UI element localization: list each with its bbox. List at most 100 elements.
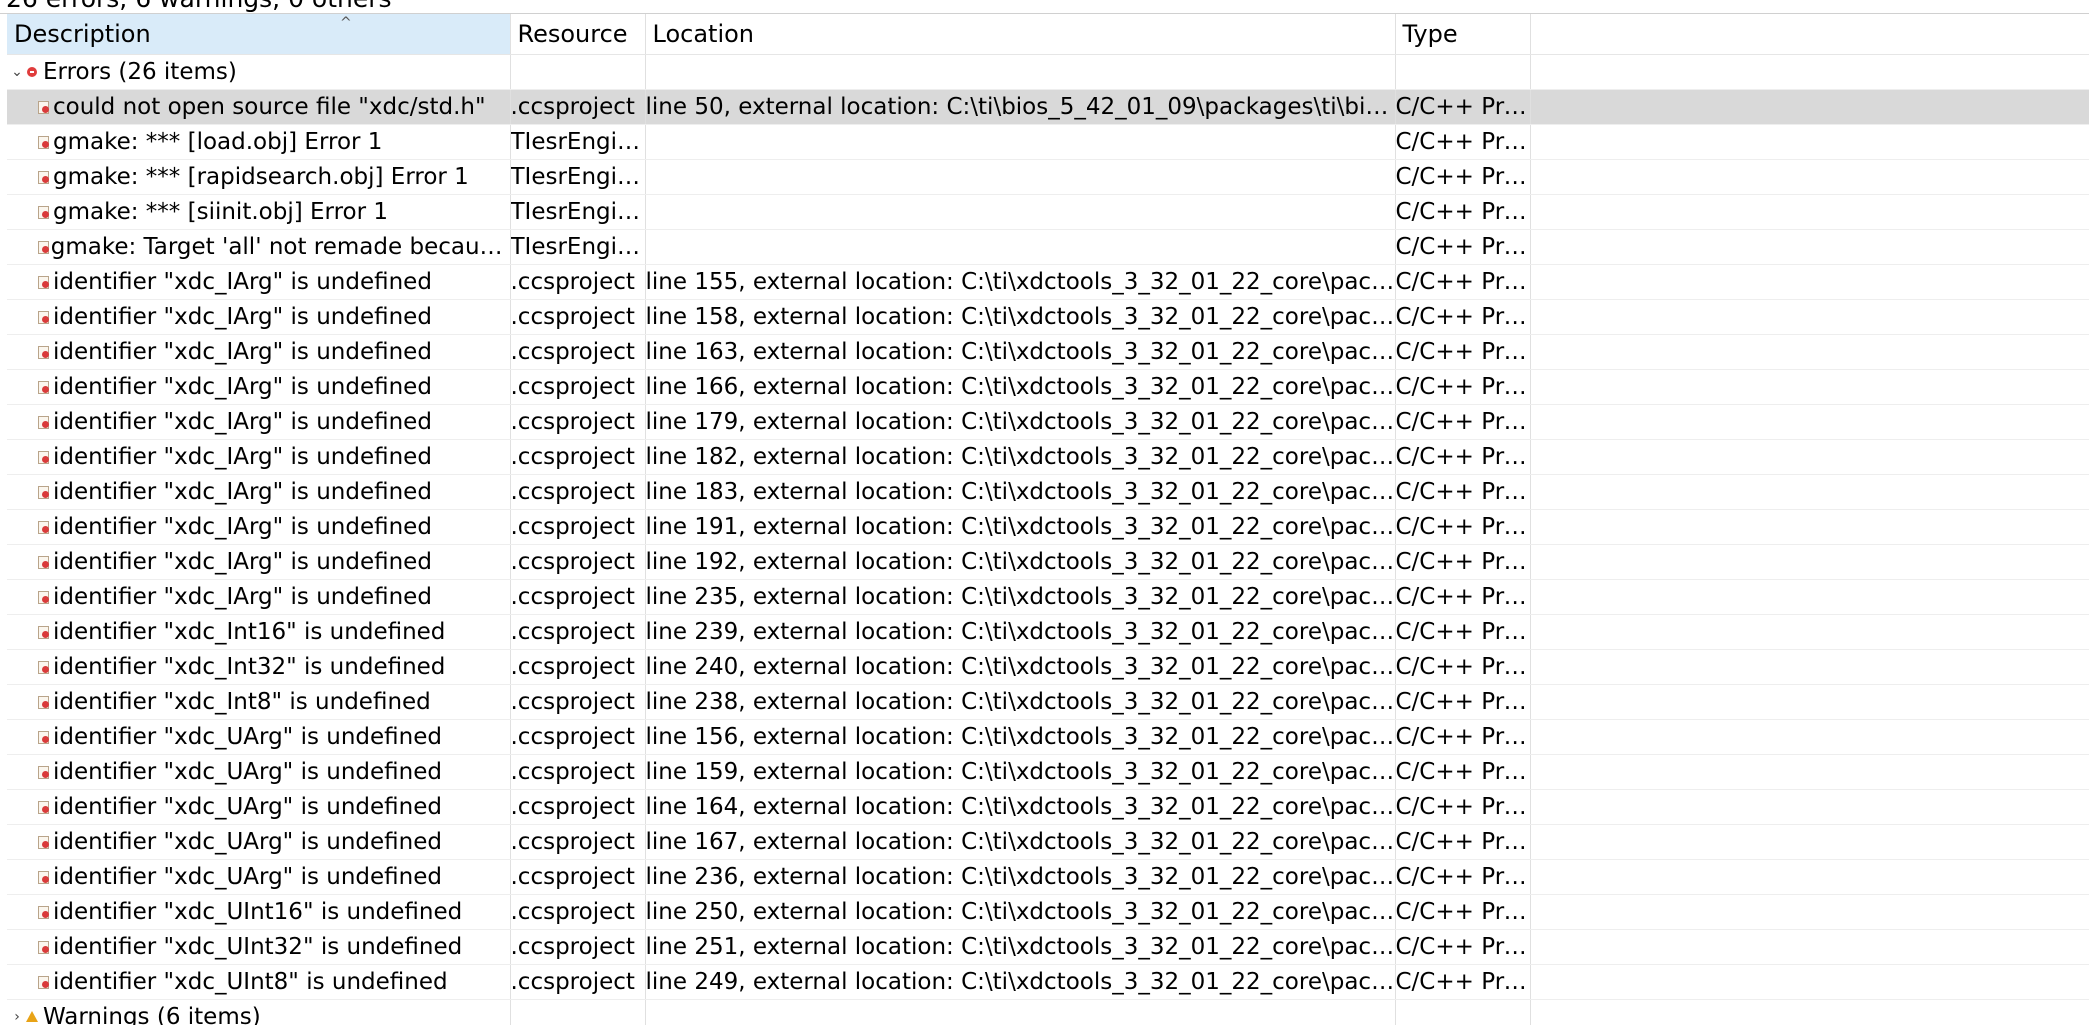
problem-location: line 250, external location: C:\ti\xdcto… <box>645 894 1396 930</box>
problem-row[interactable]: identifier "xdc_IArg" is undefined .ccspr… <box>7 509 2089 545</box>
chevron-down-icon[interactable]: ⌄ <box>10 55 24 89</box>
problem-row[interactable]: identifier "xdc_UArg" is undefined .ccspr… <box>7 824 2089 860</box>
problem-row[interactable]: identifier "xdc_IArg" is undefined .ccspr… <box>7 299 2089 335</box>
problem-row[interactable]: identifier "xdc_Int32" is undefined .ccsp… <box>7 649 2089 685</box>
problem-row[interactable]: could not open source file "xdc/std.h" .c… <box>7 89 2089 125</box>
error-marker-icon <box>38 695 50 709</box>
problem-description-cell: identifier "xdc_IArg" is undefined <box>7 369 511 405</box>
problem-location: line 50, external location: C:\ti\bios_5… <box>645 89 1396 125</box>
problem-resource: .ccsproject <box>510 299 646 335</box>
problem-type: C/C++ Probl... <box>1395 124 1531 160</box>
problem-row[interactable]: identifier "xdc_IArg" is undefined .ccspr… <box>7 439 2089 475</box>
problem-resource: .ccsproject <box>510 719 646 755</box>
column-header-location[interactable]: Location <box>645 14 1396 55</box>
problem-row[interactable]: identifier "xdc_IArg" is undefined .ccspr… <box>7 369 2089 405</box>
problem-type: C/C++ Probl... <box>1395 404 1531 440</box>
problem-location: line 235, external location: C:\ti\xdcto… <box>645 579 1396 615</box>
problem-description-cell: identifier "xdc_IArg" is undefined <box>7 404 511 440</box>
problem-row[interactable]: identifier "xdc_UArg" is undefined .ccspr… <box>7 789 2089 825</box>
problem-resource: TIesrEngineC... <box>510 229 646 265</box>
column-header-type[interactable]: Type <box>1395 14 1531 55</box>
problem-row[interactable]: identifier "xdc_UArg" is undefined .ccspr… <box>7 859 2089 895</box>
problem-description: identifier "xdc_UArg" is undefined <box>53 794 442 820</box>
row-filler <box>1530 439 2089 475</box>
problem-resource: .ccsproject <box>510 509 646 545</box>
errors-group-row[interactable]: ⌄ Errors (26 items) <box>7 54 2089 90</box>
problem-row[interactable]: identifier "xdc_IArg" is undefined .ccspr… <box>7 474 2089 510</box>
problem-type: C/C++ Probl... <box>1395 614 1531 650</box>
problem-description-cell: gmake: *** [load.obj] Error 1 <box>7 124 511 160</box>
problem-description-cell: identifier "xdc_UInt32" is undefined <box>7 929 511 965</box>
problem-resource: .ccsproject <box>510 929 646 965</box>
problem-description-cell: identifier "xdc_IArg" is undefined <box>7 334 511 370</box>
row-filler <box>1530 684 2089 720</box>
problem-description: identifier "xdc_IArg" is undefined <box>53 479 432 505</box>
problem-row[interactable]: identifier "xdc_UInt8" is undefined .ccsp… <box>7 964 2089 1000</box>
problem-row[interactable]: identifier "xdc_IArg" is undefined .ccspr… <box>7 334 2089 370</box>
problem-resource: .ccsproject <box>510 649 646 685</box>
problem-resource: .ccsproject <box>510 369 646 405</box>
problem-location: line 240, external location: C:\ti\xdcto… <box>645 649 1396 685</box>
column-header-description[interactable]: Description ^ <box>7 14 511 55</box>
problem-type: C/C++ Probl... <box>1395 194 1531 230</box>
problem-resource: .ccsproject <box>510 404 646 440</box>
problem-row[interactable]: gmake: *** [siinit.obj] Error 1 TIesrEngi… <box>7 194 2089 230</box>
problem-resource: .ccsproject <box>510 964 646 1000</box>
warnings-group-row[interactable]: › Warnings (6 items) <box>7 999 2089 1025</box>
problem-location: line 191, external location: C:\ti\xdcto… <box>645 509 1396 545</box>
error-marker-icon <box>38 730 50 744</box>
row-filler <box>1530 334 2089 370</box>
row-filler <box>1530 719 2089 755</box>
row-filler <box>1530 124 2089 160</box>
problem-type: C/C++ Probl... <box>1395 789 1531 825</box>
problem-location: line 156, external location: C:\ti\xdcto… <box>645 719 1396 755</box>
problem-type: C/C++ Probl... <box>1395 754 1531 790</box>
error-marker-icon <box>38 625 50 639</box>
problem-row[interactable]: identifier "xdc_IArg" is undefined .ccspr… <box>7 579 2089 615</box>
problem-description-cell: identifier "xdc_UArg" is undefined <box>7 789 511 825</box>
problem-row[interactable]: identifier "xdc_UInt32" is undefined .ccs… <box>7 929 2089 965</box>
problem-location: line 155, external location: C:\ti\xdcto… <box>645 264 1396 300</box>
problem-row[interactable]: identifier "xdc_IArg" is undefined .ccspr… <box>7 544 2089 580</box>
problem-description: identifier "xdc_UInt32" is undefined <box>53 934 463 960</box>
error-marker-icon <box>38 100 50 114</box>
problem-row[interactable]: identifier "xdc_UArg" is undefined .ccspr… <box>7 754 2089 790</box>
problem-resource: .ccsproject <box>510 824 646 860</box>
error-marker-icon <box>38 275 50 289</box>
row-filler <box>1530 754 2089 790</box>
error-marker-icon <box>38 135 50 149</box>
problem-description: identifier "xdc_UInt8" is undefined <box>53 969 448 995</box>
problem-location: line 238, external location: C:\ti\xdcto… <box>645 684 1396 720</box>
problem-row[interactable]: identifier "xdc_Int16" is undefined .ccsp… <box>7 614 2089 650</box>
error-marker-icon <box>38 485 50 499</box>
error-marker-icon <box>38 800 50 814</box>
row-filler <box>1530 369 2089 405</box>
sort-ascending-icon: ^ <box>340 15 352 31</box>
row-filler <box>1530 404 2089 440</box>
problem-description: identifier "xdc_IArg" is undefined <box>53 549 432 575</box>
error-marker-icon <box>38 345 50 359</box>
problem-type: C/C++ Probl... <box>1395 579 1531 615</box>
problem-description-cell: gmake: *** [siinit.obj] Error 1 <box>7 194 511 230</box>
problem-row[interactable]: gmake: Target 'all' not remade because o… <box>7 229 2089 265</box>
problem-row[interactable]: identifier "xdc_Int8" is undefined .ccspr… <box>7 684 2089 720</box>
problem-description-cell: identifier "xdc_UArg" is undefined <box>7 754 511 790</box>
chevron-right-icon[interactable]: › <box>10 1000 24 1025</box>
problem-type: C/C++ Probl... <box>1395 929 1531 965</box>
problem-row[interactable]: gmake: *** [load.obj] Error 1 TIesrEngine… <box>7 124 2089 160</box>
problem-resource: .ccsproject <box>510 89 646 125</box>
problem-row[interactable]: identifier "xdc_IArg" is undefined .ccspr… <box>7 404 2089 440</box>
column-header-label: Type <box>1402 20 1458 48</box>
problem-resource: .ccsproject <box>510 859 646 895</box>
error-marker-icon <box>38 450 50 464</box>
problem-row[interactable]: identifier "xdc_IArg" is undefined .ccspr… <box>7 264 2089 300</box>
column-header-resource[interactable]: Resource <box>510 14 646 55</box>
row-filler <box>1530 614 2089 650</box>
problem-row[interactable]: gmake: *** [rapidsearch.obj] Error 1 TIes… <box>7 159 2089 195</box>
problem-row[interactable]: identifier "xdc_UArg" is undefined .ccspr… <box>7 719 2089 755</box>
problem-resource: .ccsproject <box>510 894 646 930</box>
problem-type: C/C++ Probl... <box>1395 89 1531 125</box>
error-marker-icon <box>38 835 50 849</box>
problem-type: C/C++ Probl... <box>1395 334 1531 370</box>
problem-row[interactable]: identifier "xdc_UInt16" is undefined .ccs… <box>7 894 2089 930</box>
